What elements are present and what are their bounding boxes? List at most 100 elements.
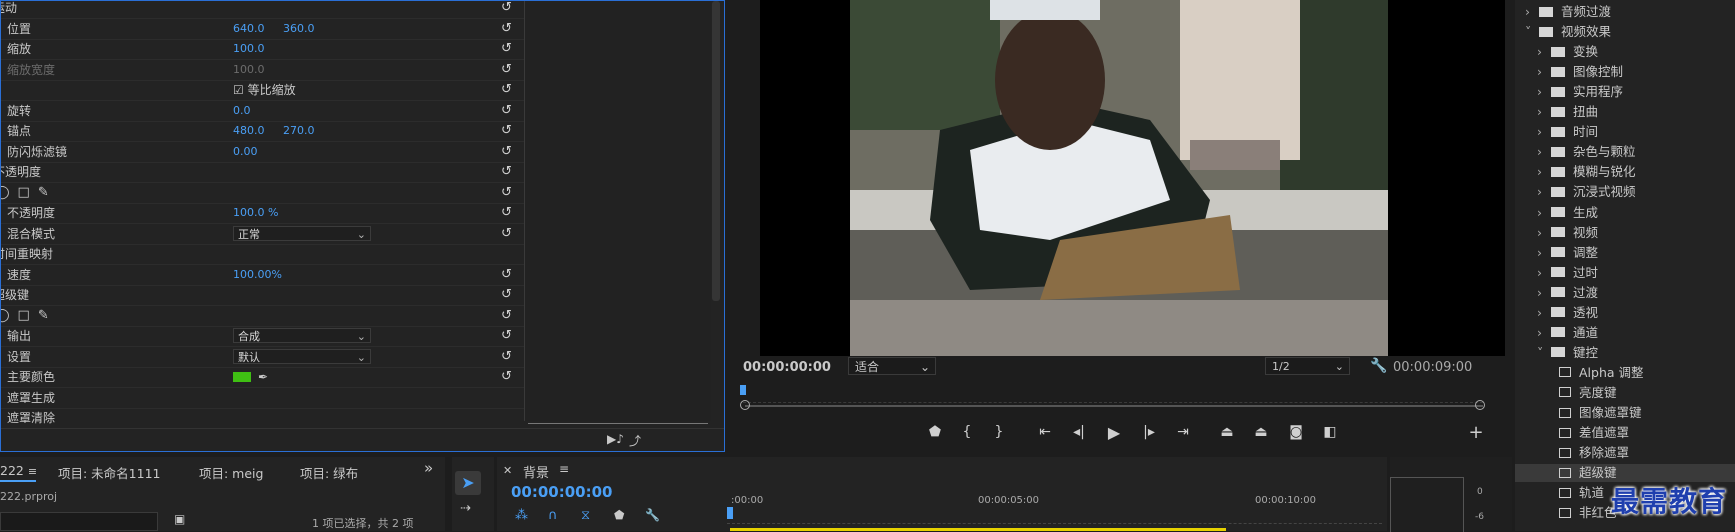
chevron-right-icon[interactable]: › [1537,224,1551,242]
program-timecode[interactable]: 00:00:00:00 [743,360,831,375]
effect-value-2[interactable]: 360.0 [283,19,315,39]
effect-dropdown[interactable]: 正常 ⌄ [233,225,371,241]
checkbox-icon[interactable]: ☑ [233,83,248,97]
effect-tree-item[interactable]: › 透视 [1537,304,1598,322]
extract-icon[interactable]: ⏏ [1252,424,1270,440]
effect-tree-item[interactable]: Alpha 调整 [1559,364,1644,382]
track-select-tool-icon[interactable]: ⇢ [460,501,471,516]
effect-dropdown[interactable]: 默认 ⌄ [233,348,371,364]
tab-project-meig[interactable]: 项目: meig [199,463,263,482]
effect-tree-item[interactable]: › 变换 [1537,43,1598,61]
fit-dropdown[interactable]: 适合 ⌄ [848,357,936,375]
effect-tree-item[interactable]: 轨道 [1559,484,1604,502]
tab-project-untitled[interactable]: 项目: 未命名1111 [58,463,161,482]
chevron-right-icon[interactable]: › [1537,204,1551,222]
scroll-handle-right[interactable] [1475,400,1485,410]
lift-icon[interactable]: ⏏ [1218,424,1236,440]
chevron-right-icon[interactable]: › [1537,264,1551,282]
add-button-icon[interactable]: + [1467,422,1485,443]
reset-icon[interactable]: ↺ [501,226,517,242]
effect-tree-item[interactable]: › 实用程序 [1537,83,1623,101]
resolution-dropdown[interactable]: 1/2 ⌄ [1265,357,1350,375]
reset-icon[interactable]: ↺ [501,369,517,385]
timeline-playhead[interactable] [727,507,733,519]
selection-tool-icon[interactable]: ➤ [455,471,481,495]
effect-tree-item[interactable]: › 扭曲 [1537,103,1598,121]
effect-tree-item[interactable]: › 杂色与颗粒 [1537,143,1636,161]
effect-tree-item[interactable]: › 视频 [1537,224,1598,242]
chevron-right-icon[interactable]: › [1537,43,1551,61]
chevron-right-icon[interactable]: › [1537,183,1551,201]
reset-icon[interactable]: ↺ [501,41,517,57]
new-bin-icon[interactable]: ▣ [174,512,185,526]
effect-value-1[interactable]: 0.0 [233,101,251,121]
linked-selection-icon[interactable]: ⧖ [581,508,590,523]
reset-icon[interactable]: ↺ [501,287,517,303]
effect-tree-item[interactable]: 图像遮罩键 [1559,404,1642,422]
monitor-ruler[interactable] [743,388,1483,403]
reset-icon[interactable]: ↺ [501,308,517,324]
effect-tree-item[interactable]: 移除遮罩 [1559,444,1629,462]
chevron-right-icon[interactable]: › [1537,83,1551,101]
more-tabs-icon[interactable]: » [424,459,433,477]
chevron-right-icon[interactable]: › [1537,143,1551,161]
effect-value-1[interactable]: 480.0 [233,121,265,141]
eyedropper-icon[interactable]: ✒ [258,367,268,387]
play-audio-icon[interactable]: ▶♪ [607,432,624,446]
mask-tools-icons[interactable]: ◯□✎ [1,306,57,326]
effect-controls-scrollbar[interactable] [712,1,720,301]
uniform-scale-checkbox[interactable]: ☑ 等比缩放 [233,80,296,100]
effect-dropdown[interactable]: 合成 ⌄ [233,328,371,343]
add-marker-icon[interactable]: ⬟ [614,508,624,522]
scroll-handle-left[interactable] [740,400,750,410]
chevron-right-icon[interactable]: › [1525,3,1539,21]
effect-tree-item[interactable]: › 生成 [1537,204,1598,222]
effect-tree-item[interactable]: › 时间 [1537,123,1598,141]
effect-value-1[interactable]: 0.00 [233,142,258,162]
chevron-right-icon[interactable]: › [1537,304,1551,322]
sequence-tab[interactable]: 背景 [523,462,549,481]
mark-in-icon[interactable]: { [958,424,976,440]
reset-icon[interactable]: ↺ [501,1,517,16]
chevron-down-icon[interactable]: ˅ [1537,344,1551,362]
tab-project-222[interactable]: 222 ≡ [0,463,37,478]
effect-tree-item[interactable]: ˅ 视频效果 [1525,23,1611,41]
tab-menu-icon[interactable]: ≡ [559,462,569,476]
compare-view-icon[interactable]: ◧ [1321,424,1339,440]
export-icon[interactable]: ⤴ [629,432,641,449]
reset-icon[interactable]: ↺ [501,185,517,201]
snap-icon[interactable]: ⁂ [515,508,528,523]
chevron-right-icon[interactable]: › [1537,163,1551,181]
camera-icon[interactable]: ◙ [1287,424,1305,440]
mark-out-icon[interactable]: } [990,424,1008,440]
go-to-in-icon[interactable]: ⇤ [1036,424,1054,440]
step-back-icon[interactable]: ◂| [1070,424,1088,440]
play-icon[interactable]: ▶ [1105,423,1123,442]
chevron-right-icon[interactable]: › [1537,284,1551,302]
chevron-right-icon[interactable]: › [1537,103,1551,121]
reset-icon[interactable]: ↺ [501,144,517,160]
reset-icon[interactable]: ↺ [501,328,517,344]
effect-value-1[interactable]: 100.0 [233,39,265,59]
effect-value-2[interactable]: 270.0 [283,121,315,141]
effect-value-1[interactable]: 100.00% [233,265,282,285]
timeline-ruler[interactable] [727,509,1382,524]
reset-icon[interactable]: ↺ [501,103,517,119]
effect-tree-item[interactable]: › 过渡 [1537,284,1598,302]
effect-tree-item[interactable]: › 图像控制 [1537,63,1623,81]
reset-icon[interactable]: ↺ [501,82,517,98]
effect-value-1[interactable]: 100.0 [233,60,265,80]
effect-value-1[interactable]: 640.0 [233,19,265,39]
reset-icon[interactable]: ↺ [501,205,517,221]
step-forward-icon[interactable]: |▸ [1140,424,1158,440]
timeline-timecode[interactable]: 00:00:00:00 [511,483,613,501]
effect-tree-item[interactable]: 非红色 [1559,504,1617,522]
chevron-right-icon[interactable]: › [1537,63,1551,81]
wrench-icon[interactable]: 🔧 [1370,358,1387,374]
close-tab-icon[interactable]: ✕ [503,464,512,477]
effect-tree-item[interactable]: 亮度键 [1559,384,1617,402]
chevron-right-icon[interactable]: › [1537,244,1551,262]
reset-icon[interactable]: ↺ [501,21,517,37]
marker-icon[interactable]: ⬟ [926,424,944,440]
effect-value-1[interactable]: 100.0 % [233,203,278,223]
